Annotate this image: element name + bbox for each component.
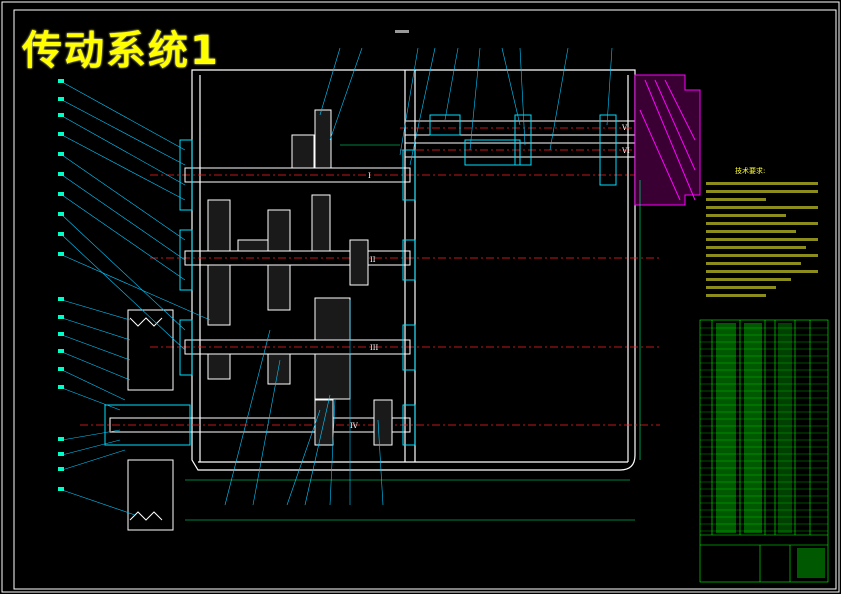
cad-drawing-canvas: I II III IV V VI 传动系统1 技术要求:	[0, 0, 841, 594]
shaft-label-2: II	[370, 256, 376, 264]
shaft-label-1: I	[368, 172, 371, 180]
shaft-label-4: IV	[350, 422, 359, 430]
shaft-labels: I II III IV V VI	[350, 124, 630, 430]
leader-lines-left	[61, 81, 211, 516]
view-label-mark	[395, 30, 409, 33]
motor-flange	[634, 74, 701, 206]
shaft-label-3: III	[370, 344, 379, 352]
gears	[207, 109, 393, 446]
shaft-label-6: VI	[621, 147, 630, 155]
tech-notes-marks	[706, 182, 818, 297]
drawing-title: 传动系统1	[22, 28, 220, 74]
tech-notes-title: 技术要求:	[735, 167, 766, 175]
shaft-label-5: V	[621, 124, 628, 132]
inner-frame	[13, 9, 837, 590]
parts-list-text-marks	[716, 323, 825, 578]
shafts	[109, 120, 636, 433]
transmission-assembly-drawing: I II III IV V VI	[1, 1, 840, 593]
dimension-lines	[185, 144, 641, 521]
bearings	[179, 114, 617, 446]
gearbox-housing	[191, 69, 636, 471]
part-number-tags	[58, 79, 64, 491]
